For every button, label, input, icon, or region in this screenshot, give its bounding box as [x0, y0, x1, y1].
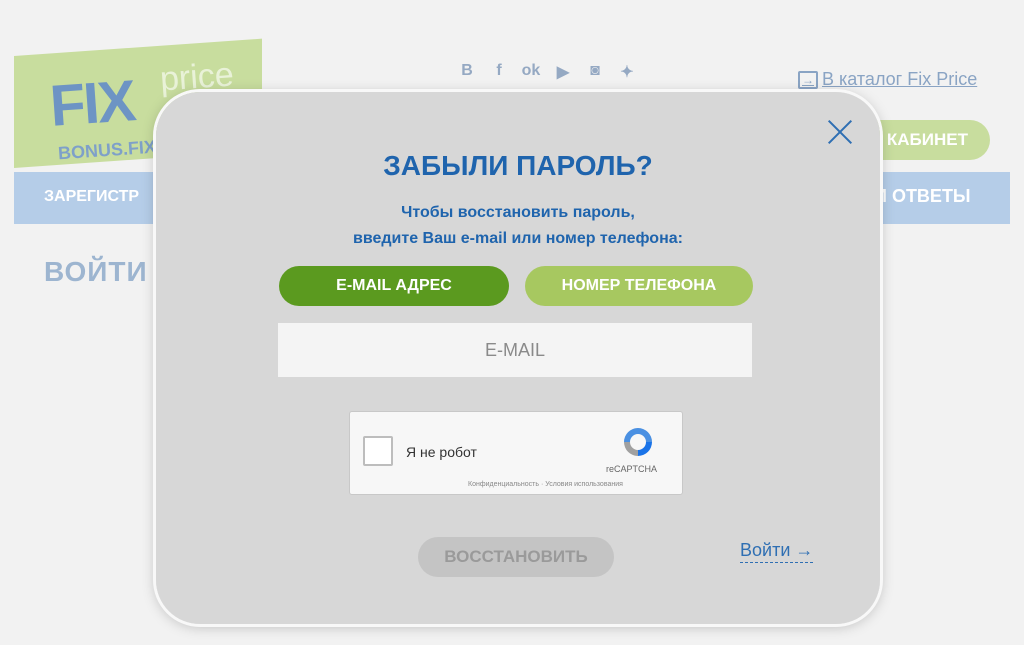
twitter-icon[interactable]: ✦: [616, 62, 638, 82]
login-link[interactable]: Войти →: [740, 540, 814, 563]
catalog-link-label: В каталог Fix Price: [822, 69, 978, 89]
enter-icon: →: [798, 70, 818, 89]
odnoklassniki-icon[interactable]: ok: [520, 62, 542, 82]
login-heading: ВОЙТИ: [44, 256, 148, 287]
youtube-icon[interactable]: ▶: [552, 62, 574, 82]
close-icon[interactable]: [822, 114, 858, 150]
tab-email[interactable]: E-MAIL АДРЕС: [279, 266, 509, 306]
instagram-icon[interactable]: ◙: [584, 62, 606, 82]
modal-title: ЗАБЫЛИ ПАРОЛЬ?: [383, 150, 653, 181]
recaptcha-checkbox[interactable]: [363, 436, 393, 466]
tab-phone[interactable]: НОМЕР ТЕЛЕФОНА: [525, 266, 753, 306]
modal-subtitle: Чтобы восстановить пароль, введите Ваш e…: [156, 200, 880, 252]
recaptcha-label: Я не робот: [406, 444, 477, 460]
catalog-link[interactable]: → В каталог Fix Price: [798, 69, 977, 90]
logo-fix-text: FIX: [47, 68, 137, 139]
recaptcha-logo-icon: [624, 428, 652, 456]
recaptcha-brand: reCAPTCHA: [606, 464, 658, 474]
modal-subtitle-line1: Чтобы восстановить пароль,: [401, 204, 635, 221]
social-links: В f ok ▶ ◙ ✦: [456, 62, 638, 82]
restore-button[interactable]: ВОССТАНОВИТЬ: [418, 537, 614, 577]
modal-subtitle-line2: введите Ваш e-mail или номер телефона:: [353, 230, 683, 247]
vk-icon[interactable]: В: [456, 62, 478, 82]
recaptcha-terms[interactable]: Конфиденциальность · Условия использован…: [468, 481, 623, 488]
nav-item-faq[interactable]: И ОТВЕТЫ: [874, 186, 971, 207]
nav-item-register[interactable]: ЗАРЕГИСТР: [44, 188, 139, 206]
facebook-icon[interactable]: f: [488, 62, 510, 82]
email-field[interactable]: [278, 323, 752, 377]
